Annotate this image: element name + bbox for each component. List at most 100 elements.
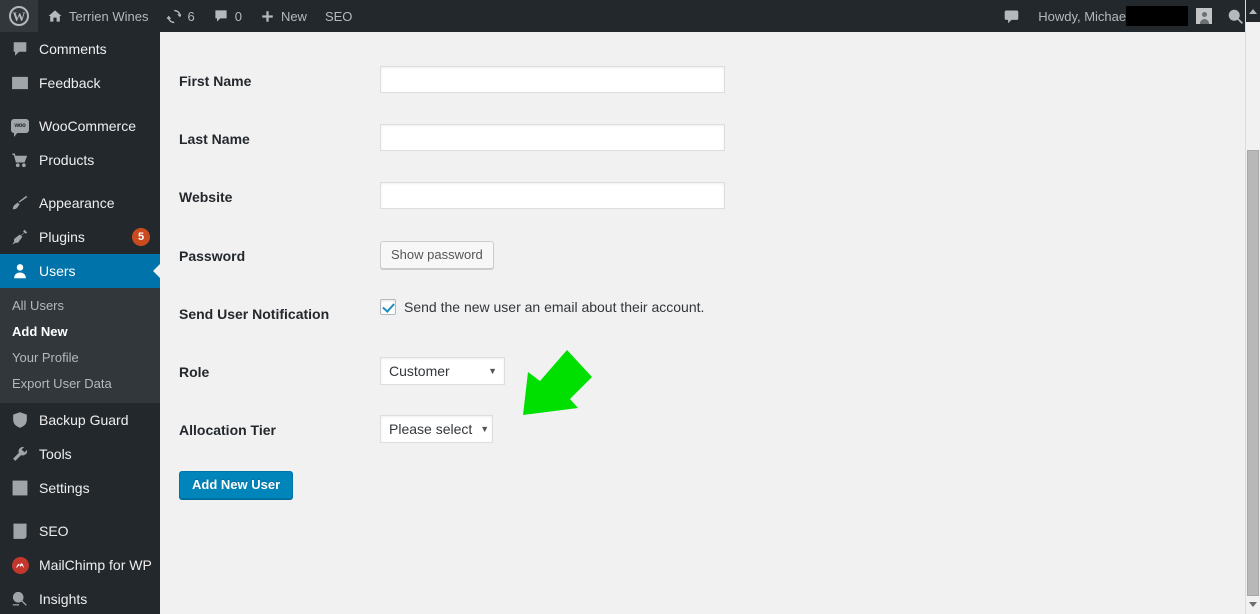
admin-bar-right: Howdy, Michael: [994, 0, 1260, 32]
sidebar-label: Insights: [39, 591, 88, 607]
user-icon: [10, 261, 30, 281]
sidebar-item-seo[interactable]: SEO: [0, 514, 160, 548]
speech-bubble-icon: [1003, 7, 1020, 24]
updates-menu[interactable]: 6: [157, 0, 203, 32]
form-row-send-user-notification: Send User Notification Send the new user…: [160, 285, 1245, 343]
allocation-tier-label: Allocation Tier: [179, 422, 276, 439]
new-content-menu[interactable]: New: [251, 0, 316, 32]
sidebar-item-tools[interactable]: Tools: [0, 437, 160, 471]
form-row-role: Role Customer ▼: [160, 343, 1245, 401]
admin-bar-spacer: [361, 0, 994, 32]
form-row-last-name: Last Name: [160, 110, 1245, 168]
role-selected-value: Customer: [389, 362, 450, 379]
add-new-user-form: First Name Last Name Website Password Sh…: [160, 52, 1245, 500]
form-row-first-name: First Name: [160, 52, 1245, 110]
send-notification-checkbox[interactable]: [380, 298, 396, 315]
shopping-cart-icon: [10, 150, 30, 170]
add-new-user-button[interactable]: Add New User: [179, 471, 294, 500]
scroll-up-arrow-icon[interactable]: [1246, 0, 1260, 22]
chevron-down-icon: ▼: [488, 365, 497, 376]
sidebar-item-users[interactable]: Users: [0, 254, 160, 288]
paintbrush-icon: [10, 193, 30, 213]
sidebar-item-comments[interactable]: Comments: [0, 32, 160, 66]
first-name-label: First Name: [179, 73, 252, 89]
sidebar-label: WooCommerce: [39, 118, 136, 134]
comments-menu[interactable]: 0: [204, 0, 251, 32]
sidebar-item-settings[interactable]: Settings: [0, 471, 160, 505]
admin-sidebar-menu: Comments Feedback woo WooCommerce Produc…: [0, 32, 160, 614]
comment-bubble-icon: [213, 8, 229, 25]
send-notification-checkbox-label: Send the new user an email about their a…: [404, 298, 705, 315]
plug-icon: [10, 227, 30, 247]
role-label: Role: [179, 363, 210, 380]
allocation-tier-selected-value: Please select: [389, 421, 473, 438]
sidebar-label: Appearance: [39, 195, 115, 211]
form-row-password: Password Show password: [160, 227, 1245, 285]
users-submenu: All Users Add New Your Profile Export Us…: [0, 288, 160, 403]
last-name-field-cell: [380, 110, 1245, 161]
sidebar-item-mailchimp[interactable]: MailChimp for WP: [0, 548, 160, 582]
role-select[interactable]: Customer ▼: [380, 356, 505, 385]
comments-count: 0: [234, 8, 242, 24]
sidebar-item-appearance[interactable]: Appearance: [0, 186, 160, 220]
sidebar-item-backup-guard[interactable]: Backup Guard: [0, 403, 160, 437]
submenu-item-export-user-data[interactable]: Export User Data: [0, 371, 160, 397]
wp-logo-menu[interactable]: W: [0, 0, 38, 32]
scrollbar-thumb[interactable]: [1247, 150, 1259, 596]
sidebar-item-feedback[interactable]: Feedback: [0, 66, 160, 100]
password-label: Password: [179, 247, 246, 264]
search-icon: [1227, 7, 1244, 24]
seo-menu[interactable]: SEO: [316, 0, 361, 32]
website-input[interactable]: [380, 182, 725, 210]
sidebar-label: Plugins: [39, 229, 85, 245]
shield-icon: [10, 410, 30, 430]
admin-seo-label: SEO: [324, 8, 353, 24]
insights-icon: [10, 589, 30, 609]
allocation-tier-select[interactable]: Please select ▼: [380, 415, 493, 444]
feedback-list-icon: [10, 73, 30, 93]
website-label: Website: [179, 189, 233, 206]
howdy-menu[interactable]: Howdy, Michael: [1029, 0, 1218, 32]
wordpress-logo-icon: W: [9, 6, 29, 26]
plugins-update-badge: 5: [132, 228, 150, 246]
user-avatar-icon: [1196, 8, 1212, 24]
first-name-field-cell: [380, 52, 1245, 103]
admin-bar: W Terrien Wines 6 0 New SEO Howdy, Micha…: [0, 0, 1260, 32]
sidebar-label: MailChimp for WP: [39, 557, 152, 573]
plus-icon: [260, 8, 275, 24]
sidebar-item-insights[interactable]: Insights: [0, 582, 160, 614]
woocommerce-icon: woo: [10, 116, 30, 137]
sidebar-label: Products: [39, 152, 95, 168]
password-field-cell: Show password: [380, 227, 1245, 279]
scroll-down-arrow-icon[interactable]: [1246, 597, 1260, 612]
mailchimp-icon: [10, 555, 30, 575]
new-label: New: [280, 8, 307, 24]
howdy-label: Howdy, Michael: [1038, 8, 1129, 24]
site-name-label: Terrien Wines: [69, 8, 149, 24]
sidebar-item-products[interactable]: Products: [0, 143, 160, 177]
menu-separator: [0, 100, 160, 109]
submenu-item-all-users[interactable]: All Users: [0, 293, 160, 319]
send-user-notification-label: Send User Notification: [179, 305, 330, 322]
home-icon: [47, 8, 63, 25]
menu-separator: [0, 177, 160, 186]
sidebar-label: SEO: [39, 523, 69, 539]
sidebar-label: Feedback: [39, 75, 101, 91]
sidebar-label: Tools: [39, 446, 72, 462]
wrench-icon: [10, 444, 30, 464]
page-scrollbar[interactable]: [1245, 0, 1260, 614]
notifications-menu[interactable]: [994, 0, 1029, 32]
website-field-cell: [380, 168, 1245, 219]
comment-bubble-icon: [10, 39, 30, 59]
show-password-button[interactable]: Show password: [380, 240, 494, 269]
site-name-menu[interactable]: Terrien Wines: [38, 0, 157, 32]
submenu-item-your-profile[interactable]: Your Profile: [0, 345, 160, 371]
first-name-input[interactable]: [380, 66, 725, 93]
allocation-tier-field-cell: Please select ▼: [380, 401, 1245, 453]
sidebar-item-plugins[interactable]: Plugins 5: [0, 220, 160, 254]
updates-count: 6: [187, 8, 195, 24]
redacted-name-box: [1126, 6, 1188, 26]
submenu-item-add-new[interactable]: Add New: [0, 319, 160, 345]
sidebar-item-woocommerce[interactable]: woo WooCommerce: [0, 109, 160, 143]
last-name-input[interactable]: [380, 124, 725, 152]
